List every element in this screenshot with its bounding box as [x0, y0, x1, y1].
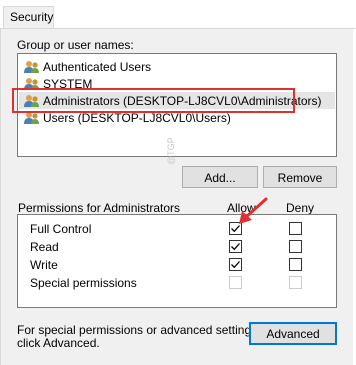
- special-deny-checkbox: [289, 276, 302, 289]
- list-item-authenticated-users[interactable]: Authenticated Users: [24, 58, 151, 75]
- full-control-deny-checkbox[interactable]: [289, 222, 302, 235]
- permission-label-special: Special permissions: [30, 276, 137, 290]
- selection-highlight-annotation: [12, 88, 295, 113]
- tab-security[interactable]: Security: [3, 6, 54, 28]
- group-names-label: Group or user names:: [17, 38, 134, 52]
- write-deny-checkbox[interactable]: [289, 258, 302, 271]
- users-group-icon: [24, 60, 40, 74]
- permission-label-full-control: Full Control: [30, 222, 92, 236]
- watermark: @TGP: [166, 137, 176, 165]
- arrow-annotation-icon: [239, 197, 268, 224]
- advanced-hint-line2: click Advanced.: [17, 336, 100, 350]
- read-deny-checkbox[interactable]: [289, 240, 302, 253]
- user-label: Authenticated Users: [43, 59, 152, 74]
- add-button[interactable]: Add...: [182, 166, 258, 188]
- special-allow-checkbox: [229, 276, 242, 289]
- advanced-button[interactable]: Advanced: [249, 322, 337, 345]
- permission-label-read: Read: [30, 240, 59, 254]
- permission-label-write: Write: [30, 258, 58, 272]
- read-allow-checkbox[interactable]: [229, 240, 242, 253]
- permissions-header: Permissions for Administrators: [18, 201, 181, 215]
- write-allow-checkbox[interactable]: [229, 258, 242, 271]
- deny-column-header: Deny: [286, 201, 315, 215]
- remove-button[interactable]: Remove: [263, 166, 337, 188]
- advanced-hint-line1: For special permissions or advanced sett…: [17, 323, 261, 337]
